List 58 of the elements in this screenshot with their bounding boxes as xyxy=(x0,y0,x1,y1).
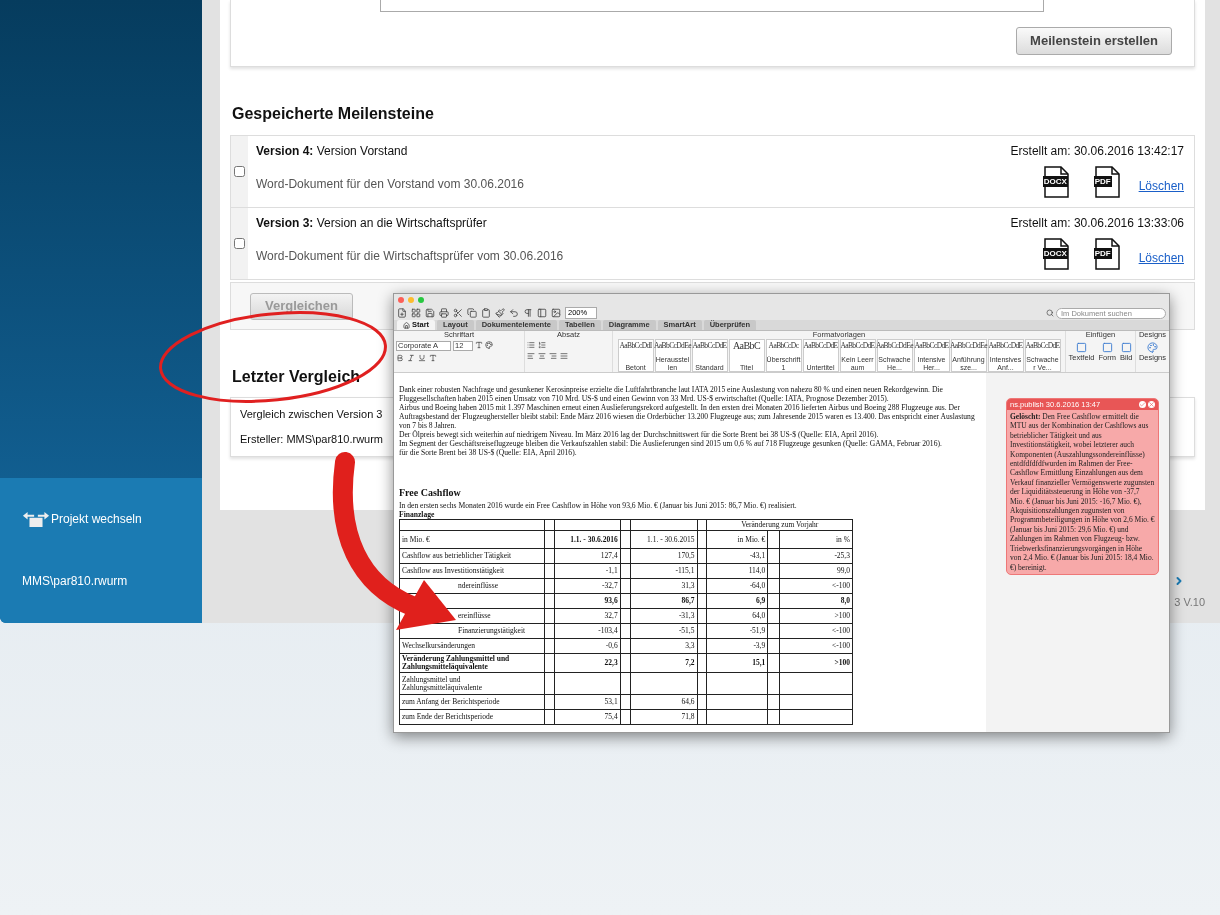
delete-link[interactable]: Löschen xyxy=(1138,177,1184,195)
milestone-title: Version 4: Version Vorstand xyxy=(256,143,408,160)
bullet-list-icon[interactable] xyxy=(527,341,535,349)
image-icon[interactable] xyxy=(551,308,561,318)
print-icon[interactable] xyxy=(439,308,449,318)
comparison-info: Vergleich zwischen Version 3 xyxy=(240,408,383,421)
format-brush-icon[interactable] xyxy=(495,308,505,318)
insert-icon xyxy=(1101,342,1113,353)
pdf-download-button[interactable]: PDF xyxy=(1093,238,1121,270)
switch-project-link[interactable]: Projekt wechseln xyxy=(22,510,142,528)
palette-icon xyxy=(1147,342,1158,353)
close-window-button[interactable] xyxy=(398,297,404,303)
save-icon[interactable] xyxy=(425,308,435,318)
create-milestone-button[interactable]: Meilenstein erstellen xyxy=(1016,27,1172,55)
underline-icon[interactable] xyxy=(418,354,426,362)
pilcrow-icon[interactable] xyxy=(523,308,533,318)
user-name: MMS\par810.rwurm xyxy=(22,573,128,590)
paste-icon[interactable] xyxy=(481,308,491,318)
align-center-icon[interactable] xyxy=(538,352,546,360)
font-grow-icon[interactable] xyxy=(475,341,483,349)
align-right-icon[interactable] xyxy=(549,352,557,360)
insert-icon xyxy=(1076,342,1087,353)
home-icon xyxy=(403,321,410,329)
font-color-icon[interactable] xyxy=(429,354,437,362)
undo-icon[interactable] xyxy=(509,308,519,318)
milestone-checkbox[interactable] xyxy=(234,166,245,177)
delete-link[interactable]: Löschen xyxy=(1138,249,1184,267)
document-heading: Free Cashflow xyxy=(399,487,461,499)
comparison-info: Ersteller: MMS\par810.rwurm xyxy=(240,433,384,446)
milestone-description: Word-Dokument für die Wirtschaftsprüfer vom 30.06.2016 xyxy=(256,248,564,265)
copy-icon[interactable] xyxy=(467,308,477,318)
align-left-icon[interactable] xyxy=(527,352,535,360)
section-heading: Letzter Vergleich xyxy=(232,367,361,387)
docx-download-button[interactable]: DOCX xyxy=(1042,238,1070,270)
accept-icon[interactable] xyxy=(1139,401,1146,408)
italic-icon[interactable] xyxy=(407,354,415,362)
search-icon xyxy=(1046,309,1054,317)
version-label: 3 V.10 xyxy=(1174,595,1205,610)
created-date: Erstellt am: 30.06.2016 13:33:06 xyxy=(1010,215,1184,232)
new-document-icon[interactable] xyxy=(397,308,407,318)
sidebar-icon[interactable] xyxy=(537,308,547,318)
insert-icon xyxy=(1120,342,1132,353)
pdf-download-button[interactable]: PDF xyxy=(1093,166,1121,198)
palette-icon[interactable] xyxy=(485,341,493,349)
numbered-list-icon[interactable] xyxy=(538,341,546,349)
created-date: Erstellt am: 30.06.2016 13:42:17 xyxy=(1010,143,1184,160)
cut-icon[interactable] xyxy=(453,308,463,318)
reject-icon[interactable] xyxy=(1148,401,1155,408)
docx-download-button[interactable]: DOCX xyxy=(1042,166,1070,198)
gallery-icon[interactable] xyxy=(411,308,421,318)
milestone-description: Word-Dokument für den Vorstand vom 30.06.2016 xyxy=(256,176,524,193)
justify-icon[interactable] xyxy=(560,352,568,360)
milestone-checkbox[interactable] xyxy=(234,238,245,249)
switch-arrows-icon xyxy=(22,510,50,528)
section-heading: Gespeicherte Meilensteine xyxy=(232,104,434,124)
milestone-title: Version 3: Version an die Wirtschaftsprüfer xyxy=(256,215,487,232)
bold-icon[interactable] xyxy=(396,354,404,362)
description-textarea[interactable] xyxy=(380,0,1044,12)
